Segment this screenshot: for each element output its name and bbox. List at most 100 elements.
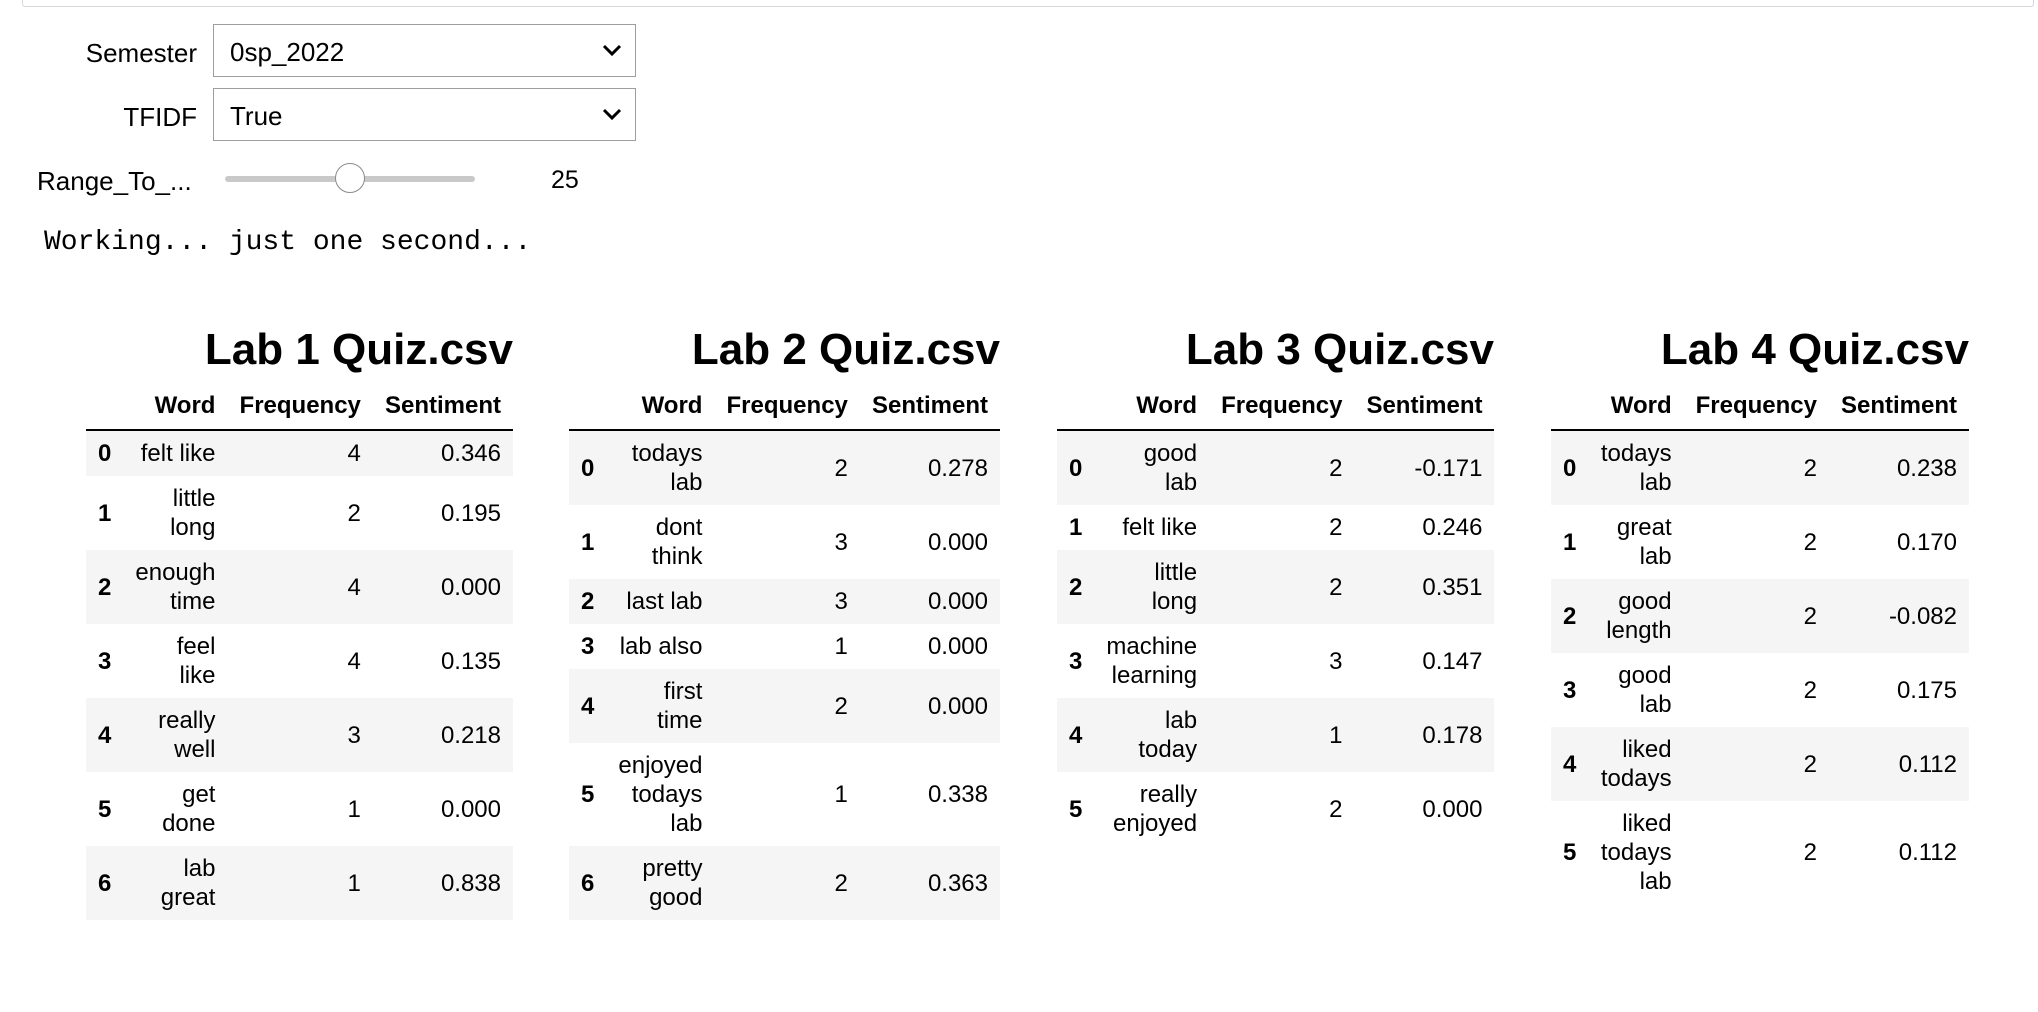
table-row: 0 good lab 2 -0.171 bbox=[1057, 430, 1495, 505]
frequency-cell: 2 bbox=[347, 499, 361, 527]
chevron-down-icon bbox=[602, 44, 622, 57]
frequency-cell: 3 bbox=[834, 528, 848, 556]
table-title: Lab 3 Quiz.csv bbox=[1185, 325, 1494, 374]
table-row: 1 little long 2 0.195 bbox=[86, 476, 513, 550]
table-row: 3 machine learning 3 0.147 bbox=[1057, 624, 1494, 698]
word-cell: great lab bbox=[1616, 514, 1672, 570]
column-header bbox=[1057, 383, 1094, 430]
table-row: 4 really well 3 0.218 bbox=[86, 698, 513, 772]
table-row: 5 get done 1 0.000 bbox=[86, 772, 513, 846]
column-header: Frequency bbox=[1695, 392, 1817, 419]
word-cell: liked todays bbox=[1600, 736, 1672, 792]
row-index: 5 bbox=[98, 795, 112, 823]
data-table: Word Frequency Sentiment 0 todays lab 2 0.278 1… bbox=[569, 383, 1000, 920]
frequency-cell: 1 bbox=[1329, 721, 1343, 749]
table-row: 1 dont think 3 0.000 bbox=[569, 505, 1000, 579]
row-index: 4 bbox=[581, 692, 595, 720]
frequency-cell: 1 bbox=[834, 781, 848, 808]
range-value: 25 bbox=[551, 166, 579, 194]
range-slider-handle[interactable] bbox=[335, 163, 365, 193]
word-cell: enough time bbox=[135, 559, 216, 615]
sentiment-cell: 0.000 bbox=[927, 692, 988, 720]
sentiment-cell: 0.112 bbox=[1898, 839, 1957, 866]
row-index: 0 bbox=[1563, 454, 1577, 482]
tfidf-dropdown[interactable]: True bbox=[213, 88, 636, 141]
frequency-cell: 4 bbox=[347, 573, 361, 601]
table-header-row: Word Frequency Sentiment bbox=[1551, 383, 1969, 430]
semester-dropdown[interactable]: 0sp_2022 bbox=[213, 24, 636, 77]
frequency-cell: 2 bbox=[834, 869, 848, 897]
frequency-cell: 2 bbox=[1803, 528, 1817, 556]
sentiment-cell: 0.112 bbox=[1898, 750, 1957, 778]
sentiment-cell: 0.175 bbox=[1896, 676, 1957, 704]
table-row: 1 great lab 2 0.170 bbox=[1551, 505, 1969, 579]
row-index: 2 bbox=[1563, 602, 1577, 630]
sentiment-cell: 0.346 bbox=[440, 440, 501, 467]
sentiment-cell: 0.278 bbox=[927, 454, 988, 482]
row-index: 1 bbox=[1563, 528, 1577, 556]
word-cell: really enjoyed bbox=[1113, 781, 1198, 837]
column-header: Word bbox=[1136, 392, 1198, 419]
row-index: 2 bbox=[98, 573, 112, 601]
chevron-down-icon bbox=[602, 108, 622, 121]
table-row: 4 lab today 1 0.178 bbox=[1057, 698, 1495, 772]
table-row: 3 lab also 1 0.000 bbox=[569, 624, 1000, 669]
word-cell: pretty good bbox=[642, 855, 703, 911]
sentiment-cell: 0.351 bbox=[1422, 573, 1483, 601]
table-header-row: Word Frequency Sentiment bbox=[569, 383, 1000, 430]
table-header-row: Word Frequency Sentiment bbox=[86, 383, 513, 430]
table-row: 1 felt like 2 0.246 bbox=[1057, 505, 1494, 550]
range-label: Range_To_... bbox=[37, 166, 192, 196]
frequency-cell: 2 bbox=[834, 692, 848, 720]
table-row: 0 todays lab 2 0.278 bbox=[569, 430, 1000, 505]
sentiment-cell: 0.000 bbox=[927, 633, 988, 660]
table-row: 5 enjoyed todays lab 1 0.338 bbox=[569, 743, 1000, 846]
row-index: 6 bbox=[581, 869, 595, 897]
column-header: Frequency bbox=[1221, 392, 1343, 419]
word-cell: good length bbox=[1606, 588, 1672, 644]
row-index: 0 bbox=[581, 454, 595, 482]
frequency-cell: 2 bbox=[1803, 454, 1817, 482]
sentiment-cell: 0.246 bbox=[1422, 514, 1483, 541]
column-header bbox=[86, 383, 123, 430]
row-index: 4 bbox=[98, 721, 112, 749]
frequency-cell: 1 bbox=[834, 633, 848, 660]
table-row: 2 good length 2 -0.082 bbox=[1551, 579, 1969, 653]
word-cell: get done bbox=[162, 781, 216, 837]
column-header: Frequency bbox=[726, 392, 848, 419]
word-cell: good lab bbox=[1618, 662, 1672, 718]
column-header: Word bbox=[1610, 392, 1672, 419]
word-cell: felt like bbox=[1122, 514, 1198, 541]
row-index: 4 bbox=[1563, 750, 1577, 778]
column-header bbox=[1551, 383, 1588, 430]
row-index: 2 bbox=[1069, 573, 1083, 601]
table-lab-2: Lab 2 Quiz.csv Word Frequency Sentiment 0 to… bbox=[569, 325, 1000, 920]
sentiment-cell: 0.363 bbox=[927, 869, 988, 897]
sentiment-cell: 0.170 bbox=[1896, 528, 1957, 556]
table-row: 2 little long 2 0.351 bbox=[1057, 550, 1495, 624]
sentiment-cell: 0.338 bbox=[927, 781, 988, 808]
row-index: 3 bbox=[581, 633, 595, 660]
word-cell: little long bbox=[1151, 559, 1198, 615]
word-cell: first time bbox=[657, 678, 703, 734]
word-cell: felt like bbox=[140, 440, 216, 467]
sentiment-cell: 0.000 bbox=[440, 573, 501, 601]
sentiment-cell: 0.135 bbox=[440, 647, 501, 675]
semester-label: Semester bbox=[85, 38, 197, 68]
sentiment-cell: 0.000 bbox=[927, 528, 988, 556]
frequency-cell: 2 bbox=[1329, 514, 1343, 541]
data-table: Word Frequency Sentiment 0 todays lab 2 0.238 1… bbox=[1551, 383, 1969, 904]
column-header: Frequency bbox=[239, 392, 361, 419]
word-cell: todays lab bbox=[631, 440, 703, 496]
frequency-cell: 2 bbox=[1803, 676, 1817, 704]
row-index: 6 bbox=[98, 869, 112, 897]
row-index: 1 bbox=[581, 528, 595, 556]
word-cell: good lab bbox=[1143, 440, 1198, 496]
column-header: Sentiment bbox=[871, 392, 988, 419]
row-index: 4 bbox=[1069, 721, 1083, 749]
row-index: 3 bbox=[1563, 676, 1577, 704]
word-cell: lab today bbox=[1138, 707, 1198, 763]
status-message: Working... just one second... bbox=[44, 227, 532, 258]
frequency-cell: 2 bbox=[1329, 573, 1343, 601]
frequency-cell: 2 bbox=[1329, 795, 1343, 823]
